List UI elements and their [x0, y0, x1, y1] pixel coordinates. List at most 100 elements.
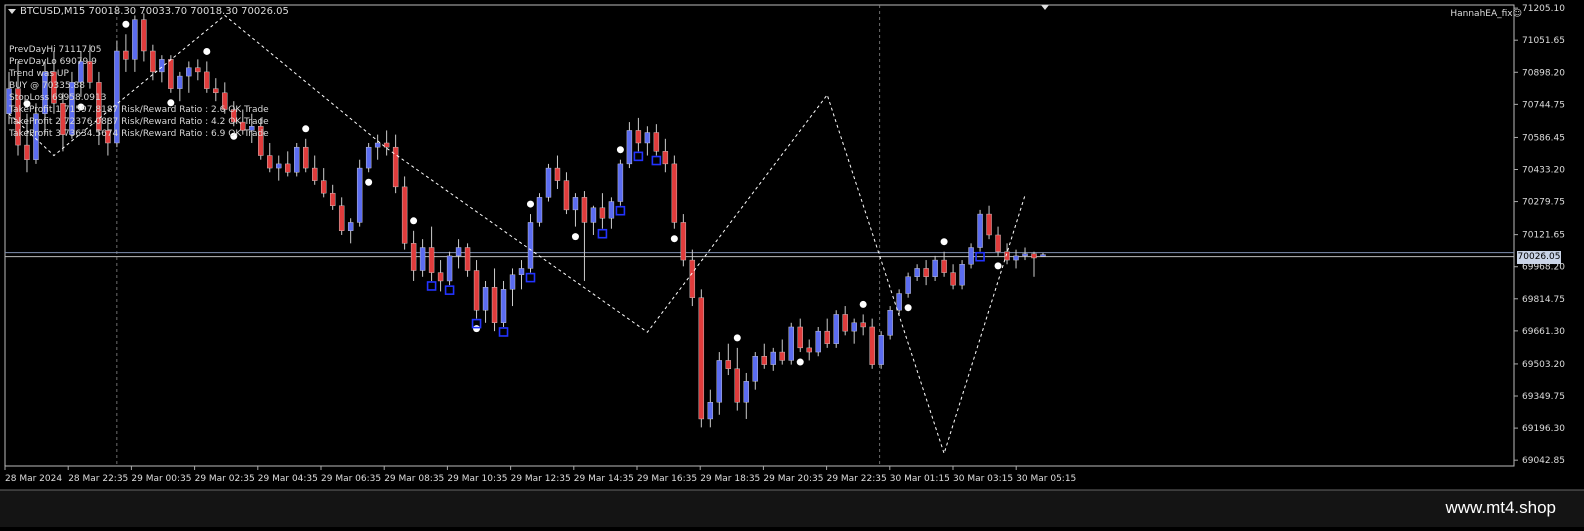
fractal-dot	[859, 300, 867, 308]
y-tick-label: 70898.20	[1522, 68, 1565, 78]
bear-candle	[473, 270, 480, 311]
bear-candle	[680, 222, 687, 261]
bull-candle	[932, 259, 938, 277]
bull-candle	[833, 314, 839, 344]
bull-candle	[356, 167, 363, 223]
x-tick-label: 30 Mar 05:15	[1016, 474, 1076, 484]
info-line: TakeProfit 3 73634.5674 Risk/Reward Rati…	[9, 129, 269, 139]
bull-candle	[545, 167, 552, 198]
x-tick-label: 29 Mar 14:35	[574, 474, 634, 484]
info-line: BUY @ 70335.88	[9, 81, 85, 91]
x-tick-label: 29 Mar 10:35	[447, 474, 507, 484]
bull-candle	[1022, 253, 1028, 257]
bear-candle	[725, 360, 732, 369]
x-tick-label: 30 Mar 03:15	[953, 474, 1013, 484]
y-tick-label: 71205.10	[1522, 4, 1565, 14]
info-line: Trend was UP	[9, 69, 69, 79]
fractal-dot	[122, 20, 130, 28]
bull-candle	[590, 207, 597, 223]
bear-candle	[923, 268, 929, 277]
y-tick-label: 69196.30	[1522, 424, 1565, 434]
x-tick-label: 29 Mar 00:35	[131, 474, 191, 484]
bear-candle	[464, 247, 471, 271]
bull-candle	[788, 326, 794, 361]
y-tick-label: 70433.20	[1522, 165, 1565, 175]
bear-candle	[267, 155, 273, 169]
bear-candle	[941, 259, 947, 273]
bear-candle	[581, 197, 588, 223]
fractal-dot	[994, 262, 1002, 270]
bear-candle	[599, 207, 606, 219]
y-tick-label: 69042.85	[1522, 456, 1565, 466]
bull-candle	[500, 289, 507, 323]
bull-candle	[644, 132, 651, 144]
bull-candle	[527, 222, 534, 269]
x-tick-label: 29 Mar 06:35	[321, 474, 381, 484]
info-line: PrevDayHi 71117.05	[9, 45, 102, 55]
signal-square	[426, 281, 437, 291]
bull-candle	[743, 381, 749, 403]
bear-candle	[689, 259, 696, 298]
x-tick-label: 29 Mar 18:35	[700, 474, 760, 484]
bear-candle	[761, 356, 767, 365]
bull-candle	[419, 247, 426, 271]
bull-candle	[626, 130, 633, 165]
bull-candle	[707, 402, 714, 420]
watermark: www.mt4.shop	[1445, 498, 1556, 517]
signal-square	[633, 151, 644, 162]
fractal-dot	[526, 200, 534, 208]
signal-square	[498, 327, 509, 337]
bull-candle	[536, 197, 543, 223]
chart-header: BTCUSD,M15 70018.30 70033.70 70018.30 70…	[8, 6, 289, 17]
fractal-dot	[940, 238, 948, 246]
bull-candle	[896, 293, 902, 311]
signal-square	[597, 228, 608, 239]
bear-candle	[698, 297, 705, 420]
chevron-down-icon[interactable]	[8, 8, 16, 14]
bull-candle	[276, 163, 282, 169]
info-line: StopLoss 69958.0913	[9, 93, 107, 103]
bear-candle	[734, 368, 740, 403]
bear-candle	[554, 167, 561, 181]
bear-candle	[428, 247, 435, 273]
bear-candle	[986, 213, 992, 236]
signal-square	[651, 155, 662, 166]
y-tick-label: 70744.75	[1522, 100, 1565, 110]
y-tick-label: 69503.20	[1522, 360, 1565, 370]
bull-candle	[347, 222, 354, 231]
bear-candle	[410, 243, 417, 271]
y-tick-label: 69349.75	[1522, 392, 1565, 402]
bear-candle	[312, 167, 318, 181]
fractal-dot	[670, 235, 678, 243]
bull-candle	[1013, 255, 1019, 261]
bear-candle	[806, 347, 812, 353]
x-tick-label: 29 Mar 12:35	[511, 474, 571, 484]
bear-candle	[860, 322, 866, 328]
indicator-info-panel: PrevDayHi 71117.05 PrevDayLo 69079.9 Tre…	[9, 44, 269, 140]
bear-candle	[1031, 253, 1037, 259]
bear-candle	[437, 272, 444, 282]
bear-candle	[491, 287, 498, 323]
x-tick-label: 28 Mar 2024	[5, 474, 62, 484]
bear-candle	[1004, 251, 1010, 261]
bear-candle	[329, 192, 336, 206]
symbol-label: BTCUSD,M15	[20, 6, 86, 17]
status-strip	[0, 490, 1584, 527]
fractal-dot	[365, 178, 373, 186]
bull-candle	[455, 247, 462, 257]
bear-candle	[563, 180, 570, 211]
bull-candle	[365, 146, 372, 169]
bull-candle	[518, 268, 525, 275]
y-tick-label: 69661.30	[1522, 327, 1565, 337]
x-tick-label: 30 Mar 01:15	[890, 474, 950, 484]
expert-advisor-label[interactable]: HannahEA_fix☺	[1450, 9, 1522, 19]
bull-candle	[482, 287, 489, 311]
y-tick-label: 70586.45	[1522, 133, 1565, 143]
x-tick-label: 28 Mar 22:35	[68, 474, 128, 484]
y-tick-label: 70121.65	[1522, 231, 1565, 241]
bear-candle	[383, 142, 390, 148]
bear-candle	[24, 144, 30, 160]
bull-candle	[914, 268, 920, 277]
fractal-dot	[733, 334, 741, 342]
fractal-dot	[410, 217, 418, 225]
